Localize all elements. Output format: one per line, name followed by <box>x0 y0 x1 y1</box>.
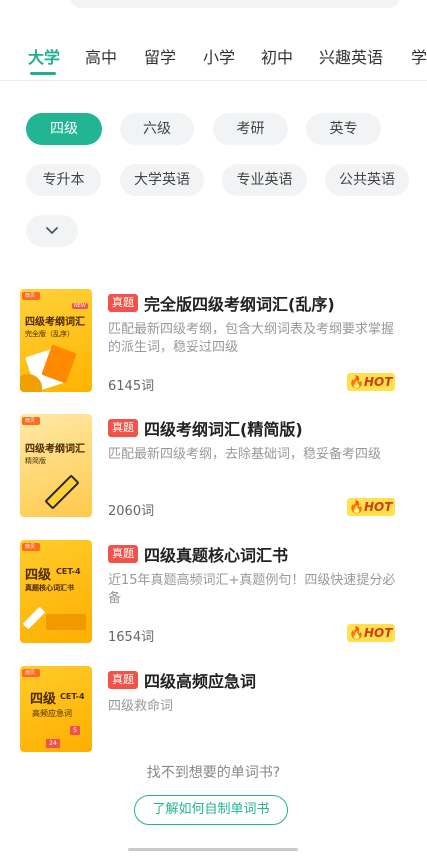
expand-chips-button[interactable] <box>26 215 78 247</box>
cover-title-en: CET-4 <box>60 692 85 701</box>
book-item[interactable]: 扇贝 四级 CET-4 高频应急词 5 24 真题 四级高频应急词 四级救命词 <box>0 666 427 752</box>
category-tabs: 大学 高中 留学 小学 初中 兴趣英语 学 <box>0 34 427 78</box>
book-item[interactable]: 扇贝 四级 CET-4 真题核心词汇书 真题 四级真题核心词汇书 近15年真题高… <box>0 540 427 660</box>
fire-icon: 🔥 <box>349 375 364 389</box>
word-count: 1654词 <box>108 630 155 645</box>
cover-title: 四级 <box>30 692 57 707</box>
book-description: 匹配最新四级考纲，包含大纲词表及考纲要求掌握的派生词，稳妥过四级 <box>108 322 395 355</box>
cover-count: 24 <box>46 739 60 748</box>
cover-badge-text: 扇贝 <box>25 544 36 550</box>
tab-study-abroad[interactable]: 留学 <box>144 44 176 68</box>
tab-interest-english[interactable]: 兴趣英语 <box>319 44 383 68</box>
tabs-divider <box>0 80 427 81</box>
hot-badge: 🔥HOT <box>347 624 396 642</box>
chevron-down-icon <box>46 227 58 234</box>
book-title: 四级考纲词汇(精简版) <box>144 420 303 439</box>
book-item[interactable]: 扇贝 四级考纲词汇 精简版 真题 四级考纲词汇(精简版) 匹配最新四级考纲，去除… <box>0 414 427 534</box>
word-count: 2060词 <box>108 504 155 519</box>
cover-badge-text: 扇贝 <box>25 418 36 424</box>
cover-subtitle: 高频应急词 <box>32 709 72 718</box>
fire-icon: 🔥 <box>349 626 364 640</box>
book-description: 四级救命词 <box>108 699 174 714</box>
hot-badge: 🔥HOT <box>347 373 396 391</box>
cover-title: 四级考纲词汇 <box>25 317 85 328</box>
cover-subtitle: 完全版（乱序） <box>25 330 74 338</box>
hot-badge: 🔥HOT <box>347 498 396 516</box>
chip-upgrade[interactable]: 专升本 <box>26 164 101 196</box>
book-title: 四级高频应急词 <box>144 672 257 691</box>
hot-label: HOT <box>363 500 393 514</box>
word-count: 6145词 <box>108 379 155 394</box>
cover-badge: 扇贝 <box>22 669 40 677</box>
cover-badge-text: 扇贝 <box>25 293 36 299</box>
cover-days: 5 <box>70 726 80 735</box>
cover-title: 四级 <box>25 568 52 583</box>
tab-high-school[interactable]: 高中 <box>85 44 117 68</box>
cover-badge: 扇贝 <box>22 417 40 425</box>
cover-title-en: CET-4 <box>56 567 81 576</box>
book-title: 完全版四级考纲词汇(乱序) <box>144 295 335 314</box>
cover-badge-text: 扇贝 <box>25 670 36 676</box>
chip-cet6[interactable]: 六级 <box>120 113 194 145</box>
book-item[interactable]: 扇贝 NEW 四级考纲词汇 完全版（乱序） 真题 完全版四级考纲词汇(乱序) 匹… <box>0 289 427 409</box>
active-tab-indicator <box>30 72 56 75</box>
tag-real-exam: 真题 <box>108 419 138 437</box>
pencil-icon <box>23 607 86 630</box>
pencil-icon <box>45 475 79 509</box>
cover-title: 四级考纲词汇 <box>25 444 85 455</box>
book-description: 匹配最新四级考纲，去除基础词，稳妥备考四级 <box>108 447 382 462</box>
cover-subtitle: 真题核心词汇书 <box>25 584 74 592</box>
tag-real-exam: 真题 <box>108 671 138 689</box>
search-bar[interactable] <box>70 0 400 8</box>
fire-icon: 🔥 <box>349 500 364 514</box>
book-illustration-icon <box>20 345 77 392</box>
tab-university[interactable]: 大学 <box>28 44 60 68</box>
chip-english-major[interactable]: 英专 <box>306 113 381 145</box>
chip-cet4[interactable]: 四级 <box>26 113 102 145</box>
book-description: 近15年真题高频词汇+真题例句！四级快速提分必备 <box>108 573 396 606</box>
cover-badge: 扇贝 <box>22 543 40 551</box>
learn-custom-wordbook-button[interactable]: 了解如何自制单词书 <box>134 795 288 825</box>
not-found-text: 找不到想要的单词书? <box>146 765 281 781</box>
cover-new-label: NEW <box>72 303 88 309</box>
home-indicator <box>128 848 298 851</box>
tab-primary-school[interactable]: 小学 <box>203 44 235 68</box>
hot-label: HOT <box>363 626 393 640</box>
chip-college-english[interactable]: 大学英语 <box>120 164 204 196</box>
tag-real-exam: 真题 <box>108 294 138 312</box>
book-cover: 扇贝 NEW 四级考纲词汇 完全版（乱序） <box>20 289 92 392</box>
cover-subtitle: 精简版 <box>25 457 46 465</box>
tag-real-exam: 真题 <box>108 545 138 563</box>
cover-badge: 扇贝 <box>22 292 40 300</box>
tab-more-partial[interactable]: 学 <box>411 44 427 68</box>
chip-professional-english[interactable]: 专业英语 <box>222 164 307 196</box>
book-cover: 扇贝 四级 CET-4 高频应急词 5 24 <box>20 666 92 752</box>
book-title: 四级真题核心词汇书 <box>144 546 289 565</box>
chip-public-english[interactable]: 公共英语 <box>325 164 409 196</box>
book-cover: 扇贝 四级考纲词汇 精简版 <box>20 414 92 517</box>
tab-middle-school[interactable]: 初中 <box>261 44 293 68</box>
book-cover: 扇贝 四级 CET-4 真题核心词汇书 <box>20 540 92 643</box>
chip-postgraduate[interactable]: 考研 <box>213 113 288 145</box>
hot-label: HOT <box>363 375 393 389</box>
